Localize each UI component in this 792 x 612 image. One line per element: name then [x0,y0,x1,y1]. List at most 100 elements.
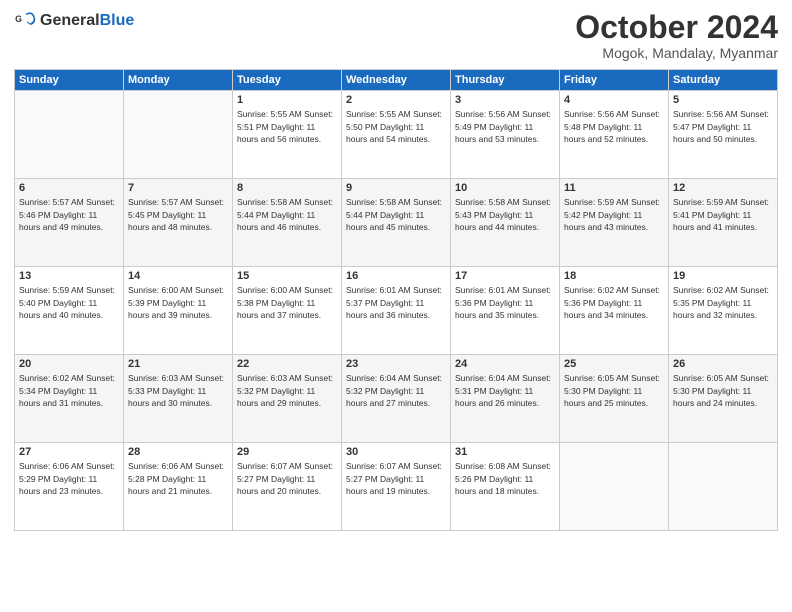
day-info-1: Sunrise: 5:55 AM Sunset: 5:51 PM Dayligh… [237,108,337,145]
cell-4-4: 31 Sunrise: 6:08 AM Sunset: 5:26 PM Dayli… [451,443,560,531]
day-info-6: Sunrise: 5:57 AM Sunset: 5:46 PM Dayligh… [19,196,119,233]
day-info-26: Sunrise: 6:05 AM Sunset: 5:30 PM Dayligh… [673,372,773,409]
title-area: October 2024 Mogok, Mandalay, Myanmar [575,10,778,61]
cell-1-6: 12 Sunrise: 5:59 AM Sunset: 5:41 PM Dayli… [669,179,778,267]
day-number-25: 25 [564,358,664,370]
day-info-3: Sunrise: 5:56 AM Sunset: 5:49 PM Dayligh… [455,108,555,145]
cell-2-5: 18Sunrise: 6:02 AM Sunset: 5:36 PM Dayli… [560,267,669,355]
day-number-17: 17 [455,270,555,282]
col-wednesday: Wednesday [342,70,451,91]
day-number-27: 27 [19,446,119,458]
day-number-31: 31 [455,446,555,458]
cell-4-1: 28 Sunrise: 6:06 AM Sunset: 5:28 PM Dayli… [124,443,233,531]
col-tuesday: Tuesday [233,70,342,91]
day-number-2: 2 [346,94,446,106]
col-monday: Monday [124,70,233,91]
day-info-30: Sunrise: 6:07 AM Sunset: 5:27 PM Dayligh… [346,460,446,497]
day-number-12: 12 [673,182,773,194]
cell-0-5: 4 Sunrise: 5:56 AM Sunset: 5:48 PM Daylig… [560,91,669,179]
day-number-14: 14 [128,270,228,282]
day-number-28: 28 [128,446,228,458]
day-number-20: 20 [19,358,119,370]
week-row-3: 20Sunrise: 6:02 AM Sunset: 5:34 PM Dayli… [15,355,778,443]
cell-3-6: 26Sunrise: 6:05 AM Sunset: 5:30 PM Dayli… [669,355,778,443]
cell-0-6: 5 Sunrise: 5:56 AM Sunset: 5:47 PM Daylig… [669,91,778,179]
day-number-5: 5 [673,94,773,106]
day-info-8: Sunrise: 5:58 AM Sunset: 5:44 PM Dayligh… [237,196,337,233]
day-info-22: Sunrise: 6:03 AM Sunset: 5:32 PM Dayligh… [237,372,337,409]
cell-4-2: 29 Sunrise: 6:07 AM Sunset: 5:27 PM Dayli… [233,443,342,531]
day-info-5: Sunrise: 5:56 AM Sunset: 5:47 PM Dayligh… [673,108,773,145]
day-number-21: 21 [128,358,228,370]
day-info-17: Sunrise: 6:01 AM Sunset: 5:36 PM Dayligh… [455,284,555,321]
cell-1-4: 10 Sunrise: 5:58 AM Sunset: 5:43 PM Dayli… [451,179,560,267]
day-info-23: Sunrise: 6:04 AM Sunset: 5:32 PM Dayligh… [346,372,446,409]
day-info-24: Sunrise: 6:04 AM Sunset: 5:31 PM Dayligh… [455,372,555,409]
day-info-25: Sunrise: 6:05 AM Sunset: 5:30 PM Dayligh… [564,372,664,409]
logo-general: General [40,12,100,30]
day-number-3: 3 [455,94,555,106]
cell-4-0: 27 Sunrise: 6:06 AM Sunset: 5:29 PM Dayli… [15,443,124,531]
week-row-1: 6Sunrise: 5:57 AM Sunset: 5:46 PM Daylig… [15,179,778,267]
cell-0-2: 1Sunrise: 5:55 AM Sunset: 5:51 PM Daylig… [233,91,342,179]
col-sunday: Sunday [15,70,124,91]
day-number-4: 4 [564,94,664,106]
cell-1-3: 9Sunrise: 5:58 AM Sunset: 5:44 PM Daylig… [342,179,451,267]
day-number-13: 13 [19,270,119,282]
day-number-15: 15 [237,270,337,282]
day-number-23: 23 [346,358,446,370]
logo-blue: Blue [100,12,135,30]
day-number-29: 29 [237,446,337,458]
cell-1-2: 8Sunrise: 5:58 AM Sunset: 5:44 PM Daylig… [233,179,342,267]
day-info-18: Sunrise: 6:02 AM Sunset: 5:36 PM Dayligh… [564,284,664,321]
location: Mogok, Mandalay, Myanmar [575,45,778,61]
day-info-2: Sunrise: 5:55 AM Sunset: 5:50 PM Dayligh… [346,108,446,145]
day-info-10: Sunrise: 5:58 AM Sunset: 5:43 PM Dayligh… [455,196,555,233]
day-info-12: Sunrise: 5:59 AM Sunset: 5:41 PM Dayligh… [673,196,773,233]
cell-2-4: 17 Sunrise: 6:01 AM Sunset: 5:36 PM Dayli… [451,267,560,355]
cell-1-5: 11 Sunrise: 5:59 AM Sunset: 5:42 PM Dayli… [560,179,669,267]
cell-2-3: 16Sunrise: 6:01 AM Sunset: 5:37 PM Dayli… [342,267,451,355]
day-number-7: 7 [128,182,228,194]
day-number-10: 10 [455,182,555,194]
day-info-11: Sunrise: 5:59 AM Sunset: 5:42 PM Dayligh… [564,196,664,233]
day-info-15: Sunrise: 6:00 AM Sunset: 5:38 PM Dayligh… [237,284,337,321]
month-title: October 2024 [575,10,778,45]
day-number-11: 11 [564,182,664,194]
calendar-table: Sunday Monday Tuesday Wednesday Thursday… [14,69,778,531]
week-row-4: 27 Sunrise: 6:06 AM Sunset: 5:29 PM Dayli… [15,443,778,531]
cell-4-3: 30 Sunrise: 6:07 AM Sunset: 5:27 PM Dayli… [342,443,451,531]
cell-2-2: 15 Sunrise: 6:00 AM Sunset: 5:38 PM Dayli… [233,267,342,355]
day-info-27: Sunrise: 6:06 AM Sunset: 5:29 PM Dayligh… [19,460,119,497]
day-info-28: Sunrise: 6:06 AM Sunset: 5:28 PM Dayligh… [128,460,228,497]
day-number-9: 9 [346,182,446,194]
col-thursday: Thursday [451,70,560,91]
logo-icon: G [14,10,36,32]
day-info-4: Sunrise: 5:56 AM Sunset: 5:48 PM Dayligh… [564,108,664,145]
day-info-13: Sunrise: 5:59 AM Sunset: 5:40 PM Dayligh… [19,284,119,321]
cell-3-4: 24 Sunrise: 6:04 AM Sunset: 5:31 PM Dayli… [451,355,560,443]
day-number-22: 22 [237,358,337,370]
cell-3-3: 23 Sunrise: 6:04 AM Sunset: 5:32 PM Dayli… [342,355,451,443]
cell-1-0: 6Sunrise: 5:57 AM Sunset: 5:46 PM Daylig… [15,179,124,267]
cell-3-5: 25 Sunrise: 6:05 AM Sunset: 5:30 PM Dayli… [560,355,669,443]
day-info-7: Sunrise: 5:57 AM Sunset: 5:45 PM Dayligh… [128,196,228,233]
cell-2-6: 19Sunrise: 6:02 AM Sunset: 5:35 PM Dayli… [669,267,778,355]
cell-2-0: 13 Sunrise: 5:59 AM Sunset: 5:40 PM Dayli… [15,267,124,355]
day-info-16: Sunrise: 6:01 AM Sunset: 5:37 PM Dayligh… [346,284,446,321]
day-info-31: Sunrise: 6:08 AM Sunset: 5:26 PM Dayligh… [455,460,555,497]
col-friday: Friday [560,70,669,91]
day-info-29: Sunrise: 6:07 AM Sunset: 5:27 PM Dayligh… [237,460,337,497]
calendar-container: G General Blue October 2024 Mogok, Manda… [0,0,792,612]
cell-0-1 [124,91,233,179]
day-number-19: 19 [673,270,773,282]
day-number-24: 24 [455,358,555,370]
svg-text:G: G [15,14,22,24]
cell-1-1: 7 Sunrise: 5:57 AM Sunset: 5:45 PM Daylig… [124,179,233,267]
cell-2-1: 14 Sunrise: 6:00 AM Sunset: 5:39 PM Dayli… [124,267,233,355]
cell-0-0 [15,91,124,179]
cell-4-6 [669,443,778,531]
day-number-30: 30 [346,446,446,458]
day-info-14: Sunrise: 6:00 AM Sunset: 5:39 PM Dayligh… [128,284,228,321]
cell-3-0: 20Sunrise: 6:02 AM Sunset: 5:34 PM Dayli… [15,355,124,443]
